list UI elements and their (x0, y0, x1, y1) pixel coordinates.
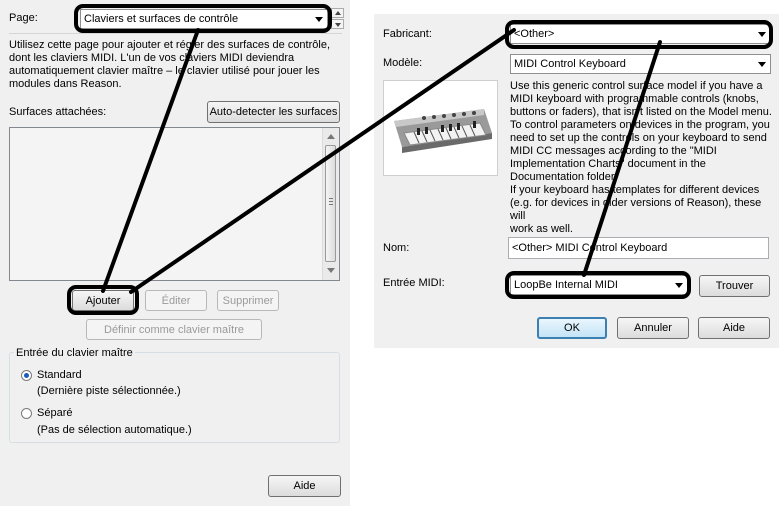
manufacturer-label: Fabricant: (383, 28, 432, 40)
radio-separate[interactable] (21, 408, 32, 419)
radio-separate-hint: (Pas de sélection automatique.) (37, 424, 192, 436)
divider (9, 33, 342, 34)
spin-up-icon[interactable] (331, 8, 344, 18)
name-label: Nom: (383, 242, 410, 254)
model-select[interactable]: MIDI Control Keyboard (510, 54, 771, 74)
radio-separate-label[interactable]: Séparé (37, 407, 72, 419)
set-master-button[interactable]: Définir comme clavier maître (86, 319, 262, 340)
name-field[interactable]: <Other> MIDI Control Keyboard (508, 237, 769, 259)
scrollbar-down-icon[interactable] (327, 268, 335, 273)
delete-button[interactable]: Supprimer (217, 290, 279, 311)
highlight-page-select (74, 4, 332, 33)
help-button[interactable]: Aide (268, 475, 341, 497)
autodetect-button[interactable]: Auto-detecter les surfaces (207, 101, 340, 123)
model-description: Use this generic control surface model i… (510, 80, 772, 235)
preferences-panel: Page: Claviers et surfaces de contrôle U… (0, 0, 350, 506)
keyboard-icon (394, 109, 492, 153)
highlight-add-button (67, 285, 139, 315)
radio-standard[interactable] (21, 370, 32, 381)
spin-down-icon[interactable] (331, 19, 344, 29)
help-button[interactable]: Aide (698, 317, 770, 339)
surfaces-list[interactable] (9, 127, 340, 281)
radio-standard-hint: (Dernière piste sélectionnée.) (37, 385, 181, 397)
intro-text: Utilisez cette page pour ajouter et régl… (9, 39, 331, 90)
page-label: Page: (9, 12, 38, 24)
find-button[interactable]: Trouver (699, 275, 770, 297)
chevron-down-icon (758, 62, 766, 67)
cancel-button[interactable]: Annuler (617, 317, 689, 339)
highlight-midi-input (505, 271, 691, 299)
highlight-manufacturer (505, 20, 773, 49)
midi-input-label: Entrée MIDI: (383, 277, 445, 289)
page-spin[interactable] (331, 8, 344, 30)
scrollbar-up-icon[interactable] (327, 134, 335, 139)
attached-surfaces-label: Surfaces attachées: (9, 106, 107, 118)
keyboard-image (383, 80, 498, 176)
master-group-label: Entrée du clavier maître (14, 347, 135, 359)
edit-button[interactable]: Éditer (145, 290, 207, 311)
scrollbar[interactable] (322, 128, 339, 280)
ok-button[interactable]: OK (537, 317, 607, 339)
radio-standard-label[interactable]: Standard (37, 369, 82, 381)
scrollbar-thumb[interactable] (325, 145, 336, 262)
model-label: Modèle: (383, 57, 423, 69)
